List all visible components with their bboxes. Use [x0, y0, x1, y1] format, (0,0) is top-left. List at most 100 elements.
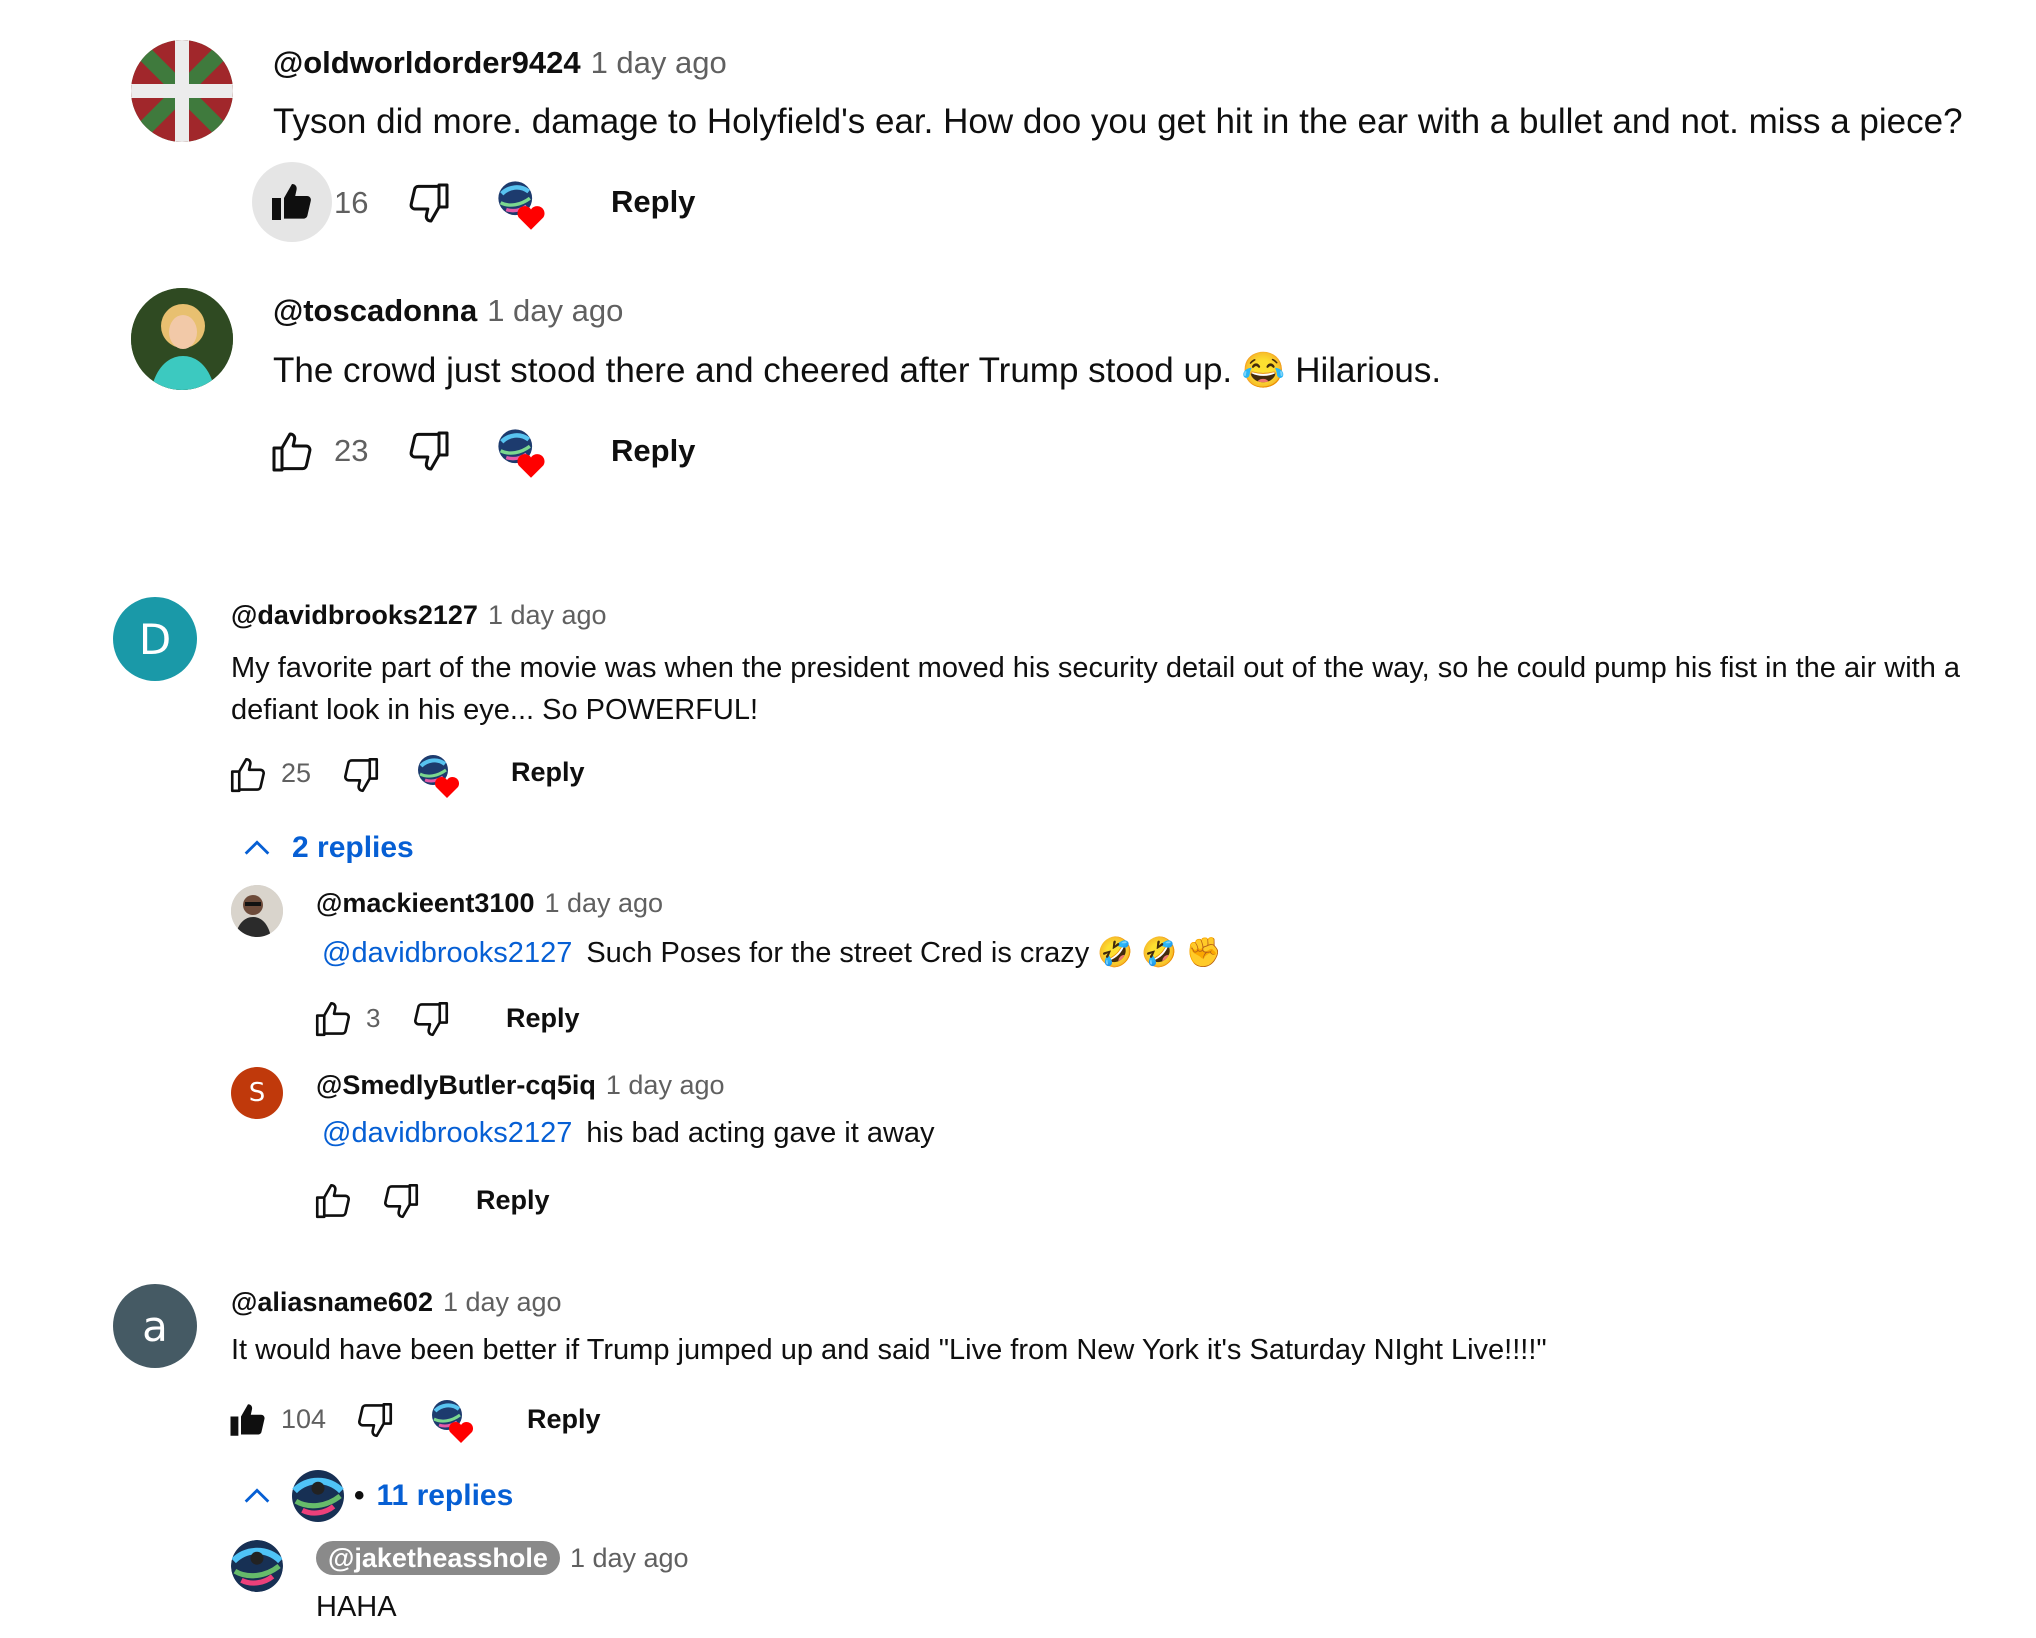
like-button[interactable]: [266, 426, 318, 478]
reply-header: @mackieent3100 1 day ago: [316, 888, 663, 919]
like-button[interactable]: [225, 1397, 271, 1443]
replies-count: 11 replies: [376, 1479, 514, 1512]
like-button[interactable]: [266, 176, 318, 228]
replies-count: 2 replies: [292, 831, 414, 864]
avatar-letter: S: [248, 1078, 266, 1108]
chevron-up-icon: [240, 1479, 274, 1513]
like-button[interactable]: [310, 996, 356, 1042]
thumb-up-filled-icon: [268, 178, 316, 226]
comment-header: @oldworldorder9424 1 day ago: [273, 45, 727, 81]
thumb-up-icon: [227, 754, 269, 796]
author-handle[interactable]: @SmedlyButler-cq5iq: [316, 1070, 596, 1100]
dislike-button[interactable]: [378, 1178, 424, 1224]
comment-text-part: The crowd just stood there and cheered a…: [273, 351, 1233, 390]
author-handle[interactable]: @oldworldorder9424: [273, 45, 581, 80]
thumb-up-filled-icon: [227, 1399, 269, 1441]
author-handle[interactable]: @aliasname602: [231, 1287, 433, 1317]
timestamp[interactable]: 1 day ago: [544, 888, 663, 918]
reply-text: @davidbrooks2127 Such Poses for the stree…: [322, 936, 1222, 970]
creator-heart: [495, 426, 549, 480]
thumb-up-icon: [268, 428, 316, 476]
reply-header: @jaketheasshole 1 day ago: [316, 1541, 689, 1575]
creator-heart: [429, 1397, 477, 1445]
comment-text-part: Hilarious.: [1295, 351, 1442, 390]
thumb-down-icon: [380, 1180, 422, 1222]
comment-text: Tyson did more. damage to Holyfield's ea…: [273, 102, 1963, 141]
creator-avatar-icon: [292, 1470, 344, 1522]
avatar[interactable]: D: [113, 597, 197, 681]
mention-link[interactable]: @davidbrooks2127: [322, 1117, 572, 1149]
reply-button[interactable]: Reply: [611, 433, 695, 469]
reply-text-body: Such Poses for the street Cred is crazy: [586, 937, 1090, 969]
timestamp[interactable]: 1 day ago: [487, 293, 623, 328]
avatar-letter: D: [138, 614, 172, 664]
dislike-button[interactable]: [338, 752, 384, 798]
avatar-letter: a: [142, 1301, 168, 1351]
creator-heart: [495, 178, 549, 232]
creator-heart-icon: [495, 178, 549, 232]
dislike-button[interactable]: [404, 426, 454, 476]
timestamp[interactable]: 1 day ago: [488, 600, 607, 630]
creator-heart: [415, 752, 463, 800]
emoji-group: 🤣 🤣 ✊: [1097, 937, 1222, 969]
avatar[interactable]: a: [113, 1284, 197, 1368]
replies-toggle[interactable]: • 11 replies: [240, 1470, 513, 1522]
thumb-down-icon: [340, 754, 382, 796]
comment-text: The crowd just stood there and cheered a…: [273, 350, 1441, 391]
avatar[interactable]: S: [231, 1067, 283, 1119]
creator-heart-icon: [415, 752, 463, 800]
thumb-up-icon: [312, 1180, 354, 1222]
timestamp[interactable]: 1 day ago: [443, 1287, 562, 1317]
timestamp[interactable]: 1 day ago: [606, 1070, 725, 1100]
dislike-button[interactable]: [404, 178, 454, 228]
dislike-button[interactable]: [352, 1397, 398, 1443]
like-count: 25: [281, 758, 312, 788]
timestamp[interactable]: 1 day ago: [591, 45, 727, 80]
reply-button[interactable]: Reply: [476, 1185, 550, 1216]
comment-header: @aliasname602 1 day ago: [231, 1287, 562, 1318]
photo-avatar-icon: [231, 885, 283, 937]
creator-avatar-icon: [231, 1540, 283, 1592]
thumb-down-icon: [354, 1399, 396, 1441]
author-handle[interactable]: @davidbrooks2127: [231, 600, 478, 630]
comment-header: @davidbrooks2127 1 day ago: [231, 600, 607, 631]
reply-button[interactable]: Reply: [611, 184, 695, 220]
reply-text: @davidbrooks2127 his bad acting gave it a…: [322, 1117, 935, 1150]
avatar[interactable]: [131, 40, 233, 142]
avatar[interactable]: [131, 288, 233, 390]
creator-heart-icon: [495, 426, 549, 480]
avatar[interactable]: [231, 885, 283, 937]
creator-heart-icon: [429, 1397, 477, 1445]
like-count: 3: [366, 1003, 381, 1033]
author-handle[interactable]: @mackieent3100: [316, 888, 534, 918]
author-handle[interactable]: @toscadonna: [273, 293, 477, 328]
reply-header: @SmedlyButler-cq5iq 1 day ago: [316, 1070, 725, 1101]
comment-text: My favorite part of the movie was when t…: [231, 652, 1961, 726]
reply-text: HAHA: [316, 1591, 397, 1623]
thumb-down-icon: [405, 179, 453, 227]
reply-button[interactable]: Reply: [527, 1404, 601, 1435]
like-button[interactable]: [225, 752, 271, 798]
reply-text-body: his bad acting gave it away: [586, 1117, 935, 1149]
comment-header: @toscadonna 1 day ago: [273, 293, 623, 329]
like-button[interactable]: [310, 1178, 356, 1224]
thumb-down-icon: [405, 427, 453, 475]
separator-dot: •: [354, 1479, 365, 1512]
thumb-down-icon: [410, 998, 452, 1040]
mention-link[interactable]: @davidbrooks2127: [322, 937, 572, 969]
thumb-up-icon: [312, 998, 354, 1040]
reply-button[interactable]: Reply: [511, 757, 585, 788]
like-count: 16: [334, 185, 369, 220]
dislike-button[interactable]: [408, 996, 454, 1042]
creator-handle-chip[interactable]: @jaketheasshole: [316, 1541, 560, 1575]
like-count: 104: [281, 1404, 327, 1434]
avatar[interactable]: [231, 1540, 283, 1592]
reply-button[interactable]: Reply: [506, 1003, 580, 1034]
replies-toggle[interactable]: 2 replies: [240, 831, 414, 865]
comment-text: It would have been better if Trump jumpe…: [231, 1334, 1547, 1366]
emoji-laughing: 😂: [1241, 351, 1286, 390]
timestamp[interactable]: 1 day ago: [570, 1543, 689, 1573]
photo-avatar-icon: [131, 288, 233, 390]
like-count: 23: [334, 433, 369, 468]
basque-flag-avatar-icon: [131, 40, 233, 142]
